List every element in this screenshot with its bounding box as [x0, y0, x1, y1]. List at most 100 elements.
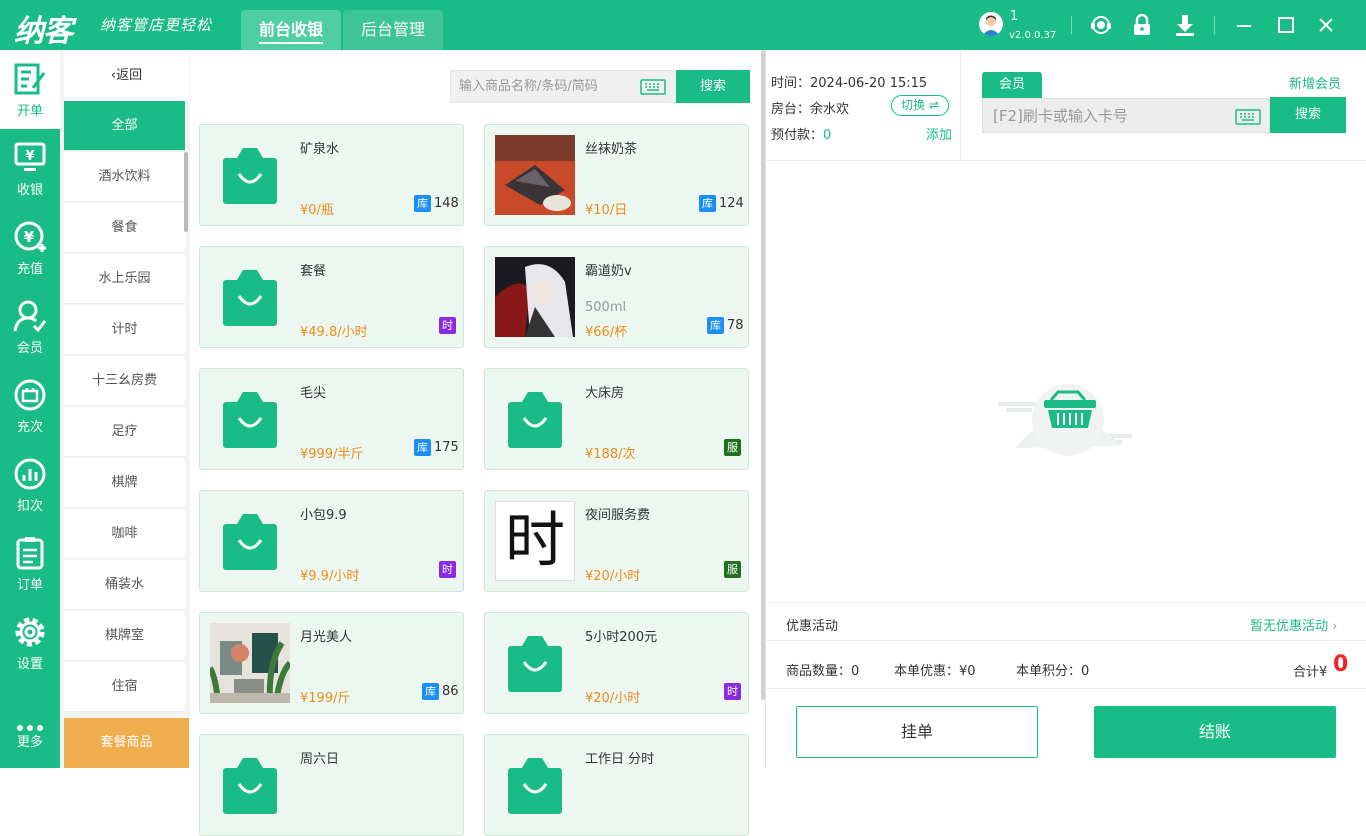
nav-item-settings[interactable]: 设置 [0, 603, 60, 682]
promo-value[interactable]: 暂无优惠活动 › [1250, 615, 1337, 634]
tab-front-cashier[interactable]: 前台收银 [241, 10, 341, 50]
avatar[interactable] [979, 12, 1003, 36]
product-name: 矿泉水 [300, 142, 340, 157]
member-search-button[interactable]: 搜索 [1270, 97, 1346, 133]
close-icon[interactable] [1314, 13, 1338, 37]
keyboard-icon[interactable] [1235, 109, 1261, 125]
nav-item-recharge-times[interactable]: 充次 [0, 366, 60, 445]
nav-item-open-order[interactable]: 开单 [0, 50, 60, 129]
stock-count: 148 [434, 196, 459, 211]
nav-item-cashier[interactable]: ¥ 收银 [0, 129, 60, 208]
timed-badge: 时 [439, 317, 456, 334]
category-item[interactable]: 餐食 [64, 203, 185, 253]
product-card[interactable]: 时 夜间服务费 ¥20/小时 服 [484, 490, 749, 592]
product-name: 5小时200元 [585, 630, 658, 645]
category-item[interactable]: 棋牌室 [64, 611, 185, 661]
search-button[interactable]: 搜索 [676, 70, 750, 103]
tab-front-cashier-label: 前台收银 [258, 20, 323, 44]
stock-badge: 库 [414, 439, 431, 456]
member-icon [13, 300, 47, 333]
maximize-icon[interactable] [1274, 13, 1298, 37]
switch-room-button[interactable]: 切换 ⇌ [891, 95, 949, 116]
category-item[interactable]: 十三幺房费 [64, 356, 185, 406]
category-item[interactable]: 水上乐园 [64, 254, 185, 304]
product-name: 毛尖 [300, 386, 327, 401]
support-icon[interactable] [1089, 13, 1113, 37]
shopping-bag-icon [495, 623, 575, 703]
nav-item-member[interactable]: 会员 [0, 287, 60, 366]
product-price: ¥49.8/小时 [300, 325, 368, 340]
product-price: ¥20/小时 [585, 691, 641, 706]
summary-points: 本单积分：0 [1016, 660, 1089, 679]
category-item[interactable]: 酒水饮料 [64, 152, 185, 202]
product-card[interactable]: 霸道奶v 500ml ¥66/杯 库 78 [484, 246, 749, 348]
search-input[interactable] [459, 71, 634, 102]
category-item[interactable]: 足疗 [64, 407, 185, 457]
stock-count: 175 [434, 440, 459, 455]
product-card[interactable]: 毛尖 ¥999/半斤 库 175 [199, 368, 464, 470]
nav-label: 充值 [16, 262, 43, 277]
product-card[interactable]: 套餐 ¥49.8/小时 时 [199, 246, 464, 348]
new-member-link[interactable]: 新增会员 [1289, 73, 1341, 92]
product-price: ¥20/小时 [585, 569, 641, 584]
product-card[interactable]: 丝袜奶茶 ¥10/日 库 124 [484, 124, 749, 226]
points-value: 0 [1081, 664, 1090, 679]
category-item[interactable]: 咖啡 [64, 509, 185, 559]
product-name: 周六日 [300, 752, 340, 767]
divider [765, 688, 1366, 689]
nav-item-orders[interactable]: 订单 [0, 524, 60, 603]
nav-label: 扣次 [16, 499, 43, 514]
checkout-button[interactable]: 结账 [1094, 706, 1336, 758]
category-item[interactable]: 全部 [64, 101, 185, 151]
user-name: 1 [1010, 9, 1019, 24]
promo-label: 优惠活动 [786, 619, 839, 634]
product-card[interactable]: 周六日 [199, 734, 464, 836]
product-card[interactable]: 工作日 分时 [484, 734, 749, 836]
service-badge: 服 [724, 561, 741, 578]
minimize-icon[interactable] [1232, 13, 1256, 37]
category-item[interactable]: 棋牌 [64, 458, 185, 508]
divider [1071, 16, 1072, 34]
shopping-bag-icon [210, 501, 290, 581]
recharge-icon: ¥ [14, 221, 46, 252]
product-card[interactable]: 月光美人 ¥199/斤 库 86 [199, 612, 464, 714]
hold-order-button[interactable]: 挂单 [796, 706, 1038, 758]
keyboard-icon[interactable] [640, 79, 666, 95]
category-item[interactable]: 桶装水 [64, 560, 185, 610]
points-label: 本单积分： [1016, 664, 1082, 679]
member-tab[interactable]: 会员 [982, 72, 1042, 98]
category-scrollbar[interactable] [184, 152, 188, 232]
nav-label: 订单 [16, 578, 43, 593]
shopping-bag-icon [210, 379, 290, 459]
qty-value: 0 [851, 664, 860, 679]
total-label: 合计¥ [1293, 665, 1328, 680]
shopping-bag-icon [210, 745, 290, 825]
category-item[interactable]: 计时 [64, 305, 185, 355]
discount-value: ¥0 [959, 664, 976, 679]
category-package[interactable]: 套餐商品 [64, 718, 189, 768]
nav-item-deduct-times[interactable]: 扣次 [0, 445, 60, 524]
nav-label: 收银 [16, 183, 43, 198]
add-prepay-link[interactable]: 添加 [926, 124, 952, 143]
category-item[interactable]: 住宿 [64, 662, 185, 712]
product-card[interactable]: 5小时200元 ¥20/小时 时 [484, 612, 749, 714]
stock-badge: 库 [707, 317, 724, 334]
nav-label: 会员 [16, 341, 43, 356]
product-image: 时 [495, 501, 575, 581]
tab-back-office[interactable]: 后台管理 [343, 10, 443, 50]
product-card[interactable]: 大床房 ¥188/次 服 [484, 368, 749, 470]
back-button[interactable]: ‹返回 [64, 50, 189, 101]
member-card-input[interactable] [993, 99, 1223, 132]
product-card[interactable]: 小包9.9 ¥9.9/小时 时 [199, 490, 464, 592]
nav-item-recharge[interactable]: ¥ 充值 [0, 208, 60, 287]
product-card[interactable]: 矿泉水 ¥0/瓶 库 148 [199, 124, 464, 226]
nav-item-more[interactable]: 更多 [0, 689, 60, 768]
stock-badge: 库 [699, 195, 716, 212]
order-room: 房台：余水欢 [771, 98, 849, 117]
summary-discount: 本单优惠：¥0 [894, 660, 976, 679]
product-name: 小包9.9 [300, 508, 347, 523]
nav-label: 充次 [16, 420, 43, 435]
product-price: ¥66/杯 [585, 325, 628, 340]
download-icon[interactable] [1173, 13, 1197, 37]
lock-icon[interactable] [1130, 13, 1154, 37]
